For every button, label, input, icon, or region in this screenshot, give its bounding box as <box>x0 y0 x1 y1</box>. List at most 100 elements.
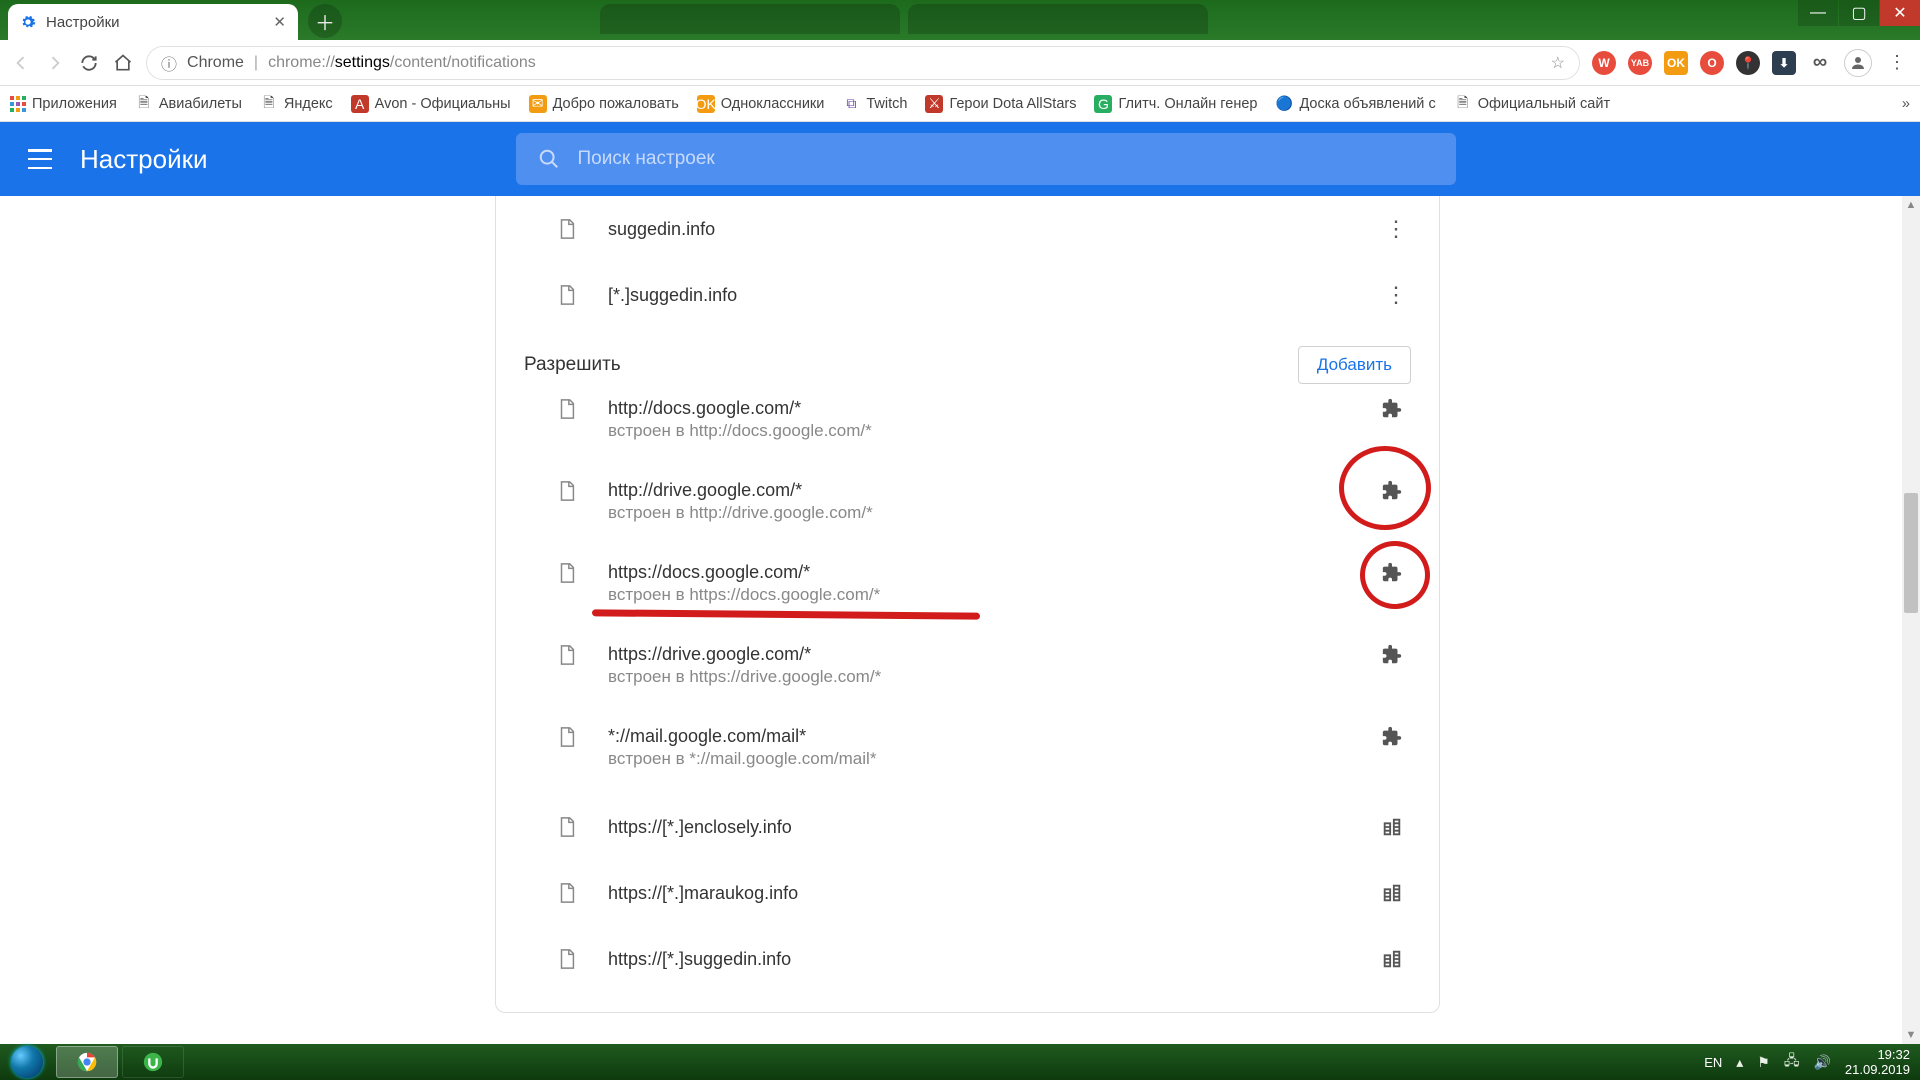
site-row[interactable]: https://[*.]enclosely.info <box>496 794 1439 860</box>
tray-chevron-icon[interactable]: ▴ <box>1736 1054 1743 1071</box>
close-icon[interactable]: ✕ <box>273 13 286 31</box>
settings-content: [*.]maraukog.info ⋮ suggedin.info ⋮ [*.]… <box>0 196 1920 1044</box>
language-indicator[interactable]: EN <box>1704 1055 1722 1070</box>
site-row[interactable]: https://[*.]suggedin.info <box>496 926 1439 992</box>
site-embed-note: встроен в https://docs.google.com/* <box>608 585 1381 605</box>
file-icon <box>556 562 578 584</box>
bookmark-item[interactable]: ✉Добро пожаловать <box>529 95 679 113</box>
extensions-row: W YAB OK O 📍 ⬇ ∞ <box>1592 51 1832 75</box>
site-embed-note: встроен в http://drive.google.com/* <box>608 503 1381 523</box>
extension-icon[interactable]: YAB <box>1628 51 1652 75</box>
scrollbar-thumb[interactable] <box>1904 493 1918 613</box>
add-button[interactable]: Добавить <box>1298 346 1411 384</box>
bookmarks-overflow[interactable]: » <box>1902 96 1910 112</box>
browser-tab-active[interactable]: Настройки ✕ <box>8 4 298 40</box>
bookmark-item[interactable]: ⧉Twitch <box>842 95 907 113</box>
file-icon <box>556 816 578 838</box>
bookmark-star-icon[interactable]: ☆ <box>1551 53 1565 73</box>
site-embed-note: встроен в *://mail.google.com/mail* <box>608 749 1381 769</box>
site-row[interactable]: https://docs.google.com/*встроен в https… <box>496 548 1439 630</box>
tab-strip: Настройки ✕ ＋ — ▢ ✕ <box>0 0 1920 40</box>
taskbar-clock[interactable]: 19:32 21.09.2019 <box>1845 1047 1910 1077</box>
row-menu-button[interactable]: ⋮ <box>1381 216 1411 242</box>
site-url: https://[*.]suggedin.info <box>608 949 1381 970</box>
puzzle-icon[interactable] <box>1381 480 1411 502</box>
site-url: http://docs.google.com/* <box>608 398 1381 419</box>
page-icon: 🗎 <box>260 95 278 113</box>
page-icon: 🗎 <box>135 95 153 113</box>
site-row[interactable]: [*.]suggedin.info ⋮ <box>496 262 1439 328</box>
new-tab-button[interactable]: ＋ <box>308 4 342 38</box>
search-placeholder: Поиск настроек <box>578 148 715 170</box>
site-row[interactable]: *://mail.google.com/mail*встроен в *://m… <box>496 712 1439 794</box>
settings-app: Настройки Поиск настроек [*.]maraukog.in… <box>0 122 1920 1044</box>
bookmark-item[interactable]: AAvon - Официальны <box>351 95 511 113</box>
favicon: ⚔ <box>925 95 943 113</box>
puzzle-icon[interactable] <box>1381 644 1411 666</box>
bookmark-item[interactable]: GГлитч. Онлайн генер <box>1094 95 1257 113</box>
chrome-menu-button[interactable]: ⋮ <box>1884 52 1910 73</box>
scroll-down-icon[interactable]: ▼ <box>1902 1026 1920 1044</box>
file-icon <box>556 218 578 240</box>
home-button[interactable] <box>112 52 134 74</box>
taskbar-app-chrome[interactable] <box>56 1046 118 1078</box>
extension-icon[interactable]: O <box>1700 51 1724 75</box>
file-icon <box>556 284 578 306</box>
tab-title: Настройки <box>46 14 120 31</box>
extension-icon[interactable]: OK <box>1664 51 1688 75</box>
window-close-button[interactable]: ✕ <box>1880 0 1920 26</box>
bookmark-item[interactable]: 🔵Доска объявлений с <box>1275 95 1435 113</box>
corp-icon[interactable] <box>1381 882 1411 904</box>
forward-button[interactable] <box>44 52 66 74</box>
menu-button[interactable] <box>28 149 52 169</box>
minimize-button[interactable]: — <box>1798 0 1838 26</box>
bookmark-apps[interactable]: Приложения <box>10 96 117 112</box>
background-tab[interactable] <box>600 4 900 34</box>
profile-avatar[interactable] <box>1844 49 1872 77</box>
bookmark-item[interactable]: OKОдноклассники <box>697 95 825 113</box>
maximize-button[interactable]: ▢ <box>1839 0 1879 26</box>
puzzle-icon[interactable] <box>1381 562 1411 584</box>
corp-icon[interactable] <box>1381 948 1411 970</box>
extension-icon[interactable]: ∞ <box>1808 51 1832 75</box>
extension-icon[interactable]: ⬇ <box>1772 51 1796 75</box>
site-row[interactable]: suggedin.info ⋮ <box>496 196 1439 262</box>
back-button[interactable] <box>10 52 32 74</box>
search-icon <box>538 148 560 170</box>
scrollbar[interactable]: ▲ ▼ <box>1902 196 1920 1044</box>
taskbar: EN ▴ ⚑ 🖧 🔊 19:32 21.09.2019 <box>0 1044 1920 1080</box>
settings-search[interactable]: Поиск настроек <box>516 133 1456 185</box>
puzzle-icon[interactable] <box>1381 726 1411 748</box>
bookmark-item[interactable]: 🗎Авиабилеты <box>135 95 242 113</box>
tray-flag-icon[interactable]: ⚑ <box>1757 1054 1770 1071</box>
bookmark-item[interactable]: 🗎Официальный сайт <box>1454 95 1610 113</box>
taskbar-app-utorrent[interactable] <box>122 1046 184 1078</box>
site-info-icon[interactable]: ⓘ <box>161 51 177 75</box>
tray-volume-icon[interactable]: 🔊 <box>1813 1054 1830 1071</box>
site-row[interactable]: http://docs.google.com/*встроен в http:/… <box>496 384 1439 466</box>
tray-network-icon[interactable]: 🖧 <box>1784 1050 1800 1074</box>
settings-header: Настройки Поиск настроек <box>0 122 1920 196</box>
reload-button[interactable] <box>78 52 100 74</box>
bookmark-item[interactable]: 🗎Яндекс <box>260 95 333 113</box>
address-bar[interactable]: ⓘ Chrome | chrome://settings/content/not… <box>146 46 1580 80</box>
corp-icon[interactable] <box>1381 816 1411 838</box>
gear-icon <box>20 14 36 30</box>
site-url: https://drive.google.com/* <box>608 644 1381 665</box>
site-row[interactable]: http://drive.google.com/*встроен в http:… <box>496 466 1439 548</box>
site-row[interactable]: https://[*.]maraukog.info <box>496 860 1439 926</box>
row-menu-button[interactable]: ⋮ <box>1381 282 1411 308</box>
file-icon <box>556 480 578 502</box>
background-tab[interactable] <box>908 4 1208 34</box>
scroll-up-icon[interactable]: ▲ <box>1902 196 1920 214</box>
bookmark-item[interactable]: ⚔Герои Dota AllStars <box>925 95 1076 113</box>
start-button[interactable] <box>0 1044 54 1080</box>
site-row[interactable]: https://drive.google.com/*встроен в http… <box>496 630 1439 712</box>
browser-toolbar: ⓘ Chrome | chrome://settings/content/not… <box>0 40 1920 86</box>
extension-icon[interactable]: 📍 <box>1736 51 1760 75</box>
site-embed-note: встроен в http://docs.google.com/* <box>608 421 1381 441</box>
extension-icon[interactable]: W <box>1592 51 1616 75</box>
file-icon <box>556 398 578 420</box>
puzzle-icon[interactable] <box>1381 398 1411 420</box>
page-icon: 🗎 <box>1454 95 1472 113</box>
